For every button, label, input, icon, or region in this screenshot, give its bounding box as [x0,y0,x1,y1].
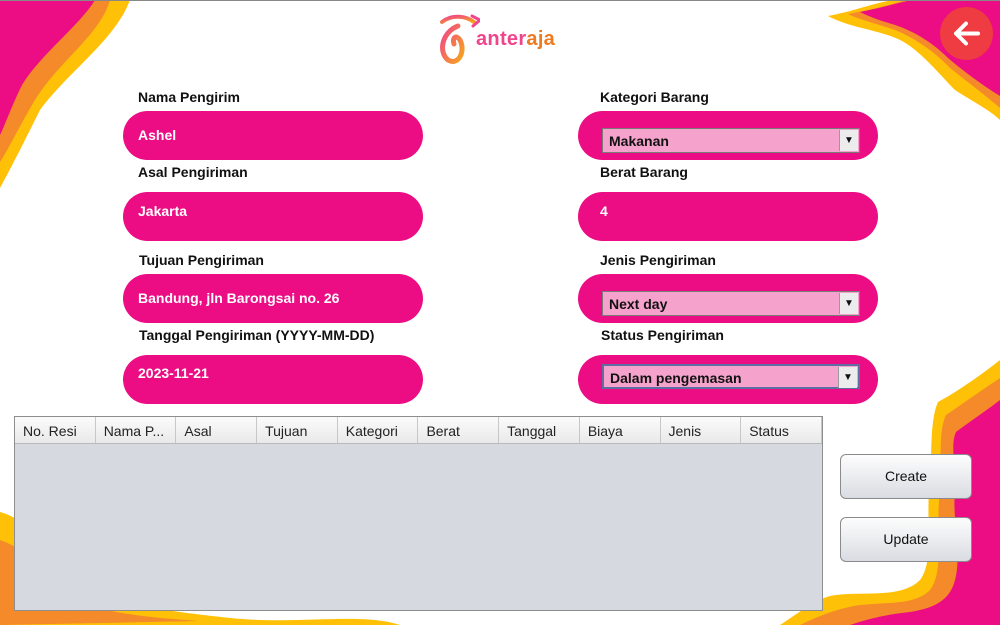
logo-mark-icon [440,14,480,64]
jenis-pengiriman-label: Jenis Pengiriman [600,252,716,268]
column-header-tanggal[interactable]: Tanggal [499,417,580,443]
anteraja-logo: anteraja [436,12,566,66]
tanggal-pengiriman-label: Tanggal Pengiriman (YYYY-MM-DD) [139,327,375,343]
tujuan-pengiriman-field[interactable]: Bandung, jln Barongsai no. 26 [123,274,423,323]
berat-barang-label: Berat Barang [600,164,688,180]
column-header-nama-pengirim[interactable]: Nama P... [96,417,177,443]
column-header-no-resi[interactable]: No. Resi [15,417,96,443]
status-pengiriman-label: Status Pengiriman [601,327,724,343]
arrow-left-icon [954,21,980,46]
chevron-down-icon[interactable]: ▼ [839,130,858,151]
create-button[interactable]: Create [840,454,972,499]
kategori-barang-container: Makanan ▼ [578,111,878,160]
nama-pengirim-value: Ashel [138,127,177,143]
nama-pengirim-field[interactable]: Ashel [123,111,423,160]
chevron-down-icon[interactable]: ▼ [838,367,857,388]
status-pengiriman-container: Dalam pengemasan ▼ [578,355,878,404]
kategori-barang-label: Kategori Barang [600,89,709,105]
berat-barang-value: 4 [600,203,608,219]
jenis-pengiriman-select[interactable]: Next day ▼ [602,291,860,316]
chevron-down-icon[interactable]: ▼ [839,293,858,314]
kategori-barang-selected: Makanan [609,133,669,149]
window-top-border [0,0,1000,1]
jenis-pengiriman-selected: Next day [609,296,668,312]
table-header: No. Resi Nama P... Asal Tujuan Kategori … [15,417,822,444]
column-header-kategori[interactable]: Kategori [338,417,419,443]
logo-wordmark: anteraja [476,28,556,50]
asal-pengiriman-label: Asal Pengiriman [138,164,248,180]
column-header-berat[interactable]: Berat [418,417,500,443]
tanggal-pengiriman-field[interactable]: 2023-11-21 [123,355,423,404]
update-button[interactable]: Update [840,517,972,562]
nama-pengirim-label: Nama Pengirim [138,89,240,105]
column-header-status[interactable]: Status [741,417,822,443]
back-button[interactable] [940,7,993,60]
jenis-pengiriman-container: Next day ▼ [578,274,878,323]
column-header-asal[interactable]: Asal [176,417,258,443]
status-pengiriman-select[interactable]: Dalam pengemasan ▼ [602,364,860,389]
tujuan-pengiriman-label: Tujuan Pengiriman [139,252,264,268]
berat-barang-field[interactable]: 4 [578,192,878,241]
tujuan-pengiriman-value: Bandung, jln Barongsai no. 26 [138,290,340,306]
kategori-barang-select[interactable]: Makanan ▼ [602,128,860,153]
asal-pengiriman-field[interactable]: Jakarta [123,192,423,241]
column-header-tujuan[interactable]: Tujuan [257,417,338,443]
tanggal-pengiriman-value: 2023-11-21 [138,365,209,381]
status-pengiriman-selected: Dalam pengemasan [610,370,742,386]
column-header-jenis[interactable]: Jenis [661,417,742,443]
shipments-table[interactable]: No. Resi Nama P... Asal Tujuan Kategori … [14,416,823,611]
asal-pengiriman-value: Jakarta [138,203,188,219]
column-header-biaya[interactable]: Biaya [580,417,661,443]
